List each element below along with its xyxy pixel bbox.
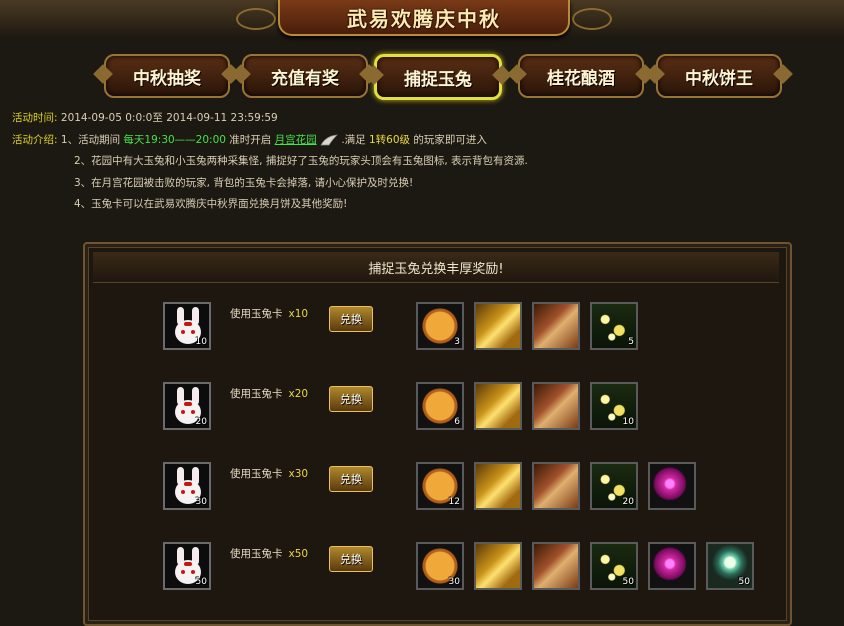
jade-rabbit-card-icon: 20: [163, 382, 211, 430]
osmanthus-flower-icon[interactable]: 20: [590, 462, 638, 510]
tab-mid-autumn-lottery[interactable]: 中秋抽奖: [104, 54, 230, 98]
intro-line1-b: 准时开启: [225, 133, 275, 146]
jade-rabbit-card-icon: 50: [163, 542, 211, 590]
purple-orb-icon[interactable]: [648, 462, 696, 510]
intro-line3: 3、在月宫花园被击败的玩家, 背包的玉兔卡会掉落, 请小心保护及时兑换!: [74, 176, 414, 189]
intro-line4: 4、玉兔卡可以在武易欢腾庆中秋界面兑换月饼及其他奖励!: [74, 198, 348, 210]
reward-panel: 捕捉玉兔兑换丰厚奖励! 10 使用玉兔卡 x10 兑换 3 5 20 使用玉兔卡 x…: [83, 242, 792, 626]
reward-row-30: 30 使用玉兔卡 x30 兑换 12 20: [85, 462, 790, 518]
gold-bar-icon[interactable]: [474, 382, 522, 430]
osmanthus-flower-icon[interactable]: 50: [590, 542, 638, 590]
event-info: 活动时间: 2014-09-05 0:0:0至 2014-09-11 23:59…: [12, 108, 528, 216]
rabbit-card-count: 20: [195, 417, 207, 427]
tab-catch-jade-rabbit[interactable]: 捕捉玉兔: [374, 54, 502, 100]
mooncake-icon[interactable]: 3: [416, 302, 464, 350]
event-title-plate: 武易欢腾庆中秋: [278, 0, 570, 36]
time-value: 2014-09-05 0:0:0至 2014-09-11 23:59:59: [60, 112, 278, 124]
card-multiplier: x50: [288, 548, 309, 560]
card-multiplier: x10: [288, 308, 309, 320]
intro-line1-d: 的玩家即可进入: [410, 133, 487, 146]
rabbit-card-count: 50: [195, 577, 207, 587]
card-bundle-icon[interactable]: [532, 382, 580, 430]
exchange-button[interactable]: 兑换: [329, 546, 373, 572]
card-bundle-icon[interactable]: [532, 462, 580, 510]
intro-line1-c: .满足: [337, 133, 369, 146]
banner-ornament-right: [572, 8, 612, 30]
banner-ornament-left: [236, 8, 276, 30]
rabbit-card-count: 30: [195, 497, 207, 507]
use-card-label: 使用玉兔卡 x10: [230, 308, 309, 320]
rabbit-card-count: 10: [195, 337, 207, 347]
jade-stone-icon[interactable]: 50: [706, 542, 754, 590]
card-multiplier: x30: [288, 468, 309, 480]
tab-mooncake-king[interactable]: 中秋饼王: [656, 54, 782, 98]
moon-palace-garden-link[interactable]: 月宫花园: [275, 134, 317, 146]
exchange-button[interactable]: 兑换: [329, 306, 373, 332]
purple-orb-icon[interactable]: [648, 542, 696, 590]
use-card-label: 使用玉兔卡 x50: [230, 548, 309, 560]
jade-rabbit-card-icon: 10: [163, 302, 211, 350]
use-card-label: 使用玉兔卡 x30: [230, 468, 309, 480]
exchange-button[interactable]: 兑换: [329, 466, 373, 492]
event-title: 武易欢腾庆中秋: [347, 6, 501, 31]
gold-bar-stack-icon[interactable]: [474, 462, 522, 510]
osmanthus-flower-icon[interactable]: 5: [590, 302, 638, 350]
mooncake-icon[interactable]: 6: [416, 382, 464, 430]
exchange-button[interactable]: 兑换: [329, 386, 373, 412]
gold-bar-icon[interactable]: [474, 302, 522, 350]
gold-bar-icon[interactable]: [474, 542, 522, 590]
intro-open-time: 每天19:30——20:00: [123, 133, 226, 146]
mooncake-icon[interactable]: 30: [416, 542, 464, 590]
intro-level-requirement: 1转60级: [369, 133, 411, 146]
reward-row-50: 50 使用玉兔卡 x50 兑换 30 50 50: [85, 542, 790, 598]
intro-line2: 2、花园中有大玉兔和小玉兔两种采集怪, 捕捉好了玉兔的玩家头顶会有玉兔图标, 表…: [74, 155, 528, 167]
tab-bar: 中秋抽奖 充值有奖 捕捉玉兔 桂花酿酒 中秋饼王: [0, 54, 844, 100]
reward-row-10: 10 使用玉兔卡 x10 兑换 3 5: [85, 302, 790, 358]
osmanthus-flower-icon[interactable]: 10: [590, 382, 638, 430]
card-bundle-icon[interactable]: [532, 302, 580, 350]
intro-label: 活动介绍:: [12, 133, 58, 146]
mooncake-icon[interactable]: 12: [416, 462, 464, 510]
feather-icon: [320, 134, 338, 145]
reward-row-20: 20 使用玉兔卡 x20 兑换 6 10: [85, 382, 790, 438]
reward-panel-header: 捕捉玉兔兑换丰厚奖励!: [93, 252, 779, 283]
use-card-label: 使用玉兔卡 x20: [230, 388, 309, 400]
jade-rabbit-card-icon: 30: [163, 462, 211, 510]
tab-osmanthus-wine[interactable]: 桂花酿酒: [518, 54, 644, 98]
card-multiplier: x20: [288, 388, 309, 400]
intro-line1-a: 1、活动期间: [60, 133, 124, 146]
card-bundle-icon[interactable]: [532, 542, 580, 590]
time-label: 活动时间:: [12, 112, 58, 124]
tab-recharge-reward[interactable]: 充值有奖: [242, 54, 368, 98]
